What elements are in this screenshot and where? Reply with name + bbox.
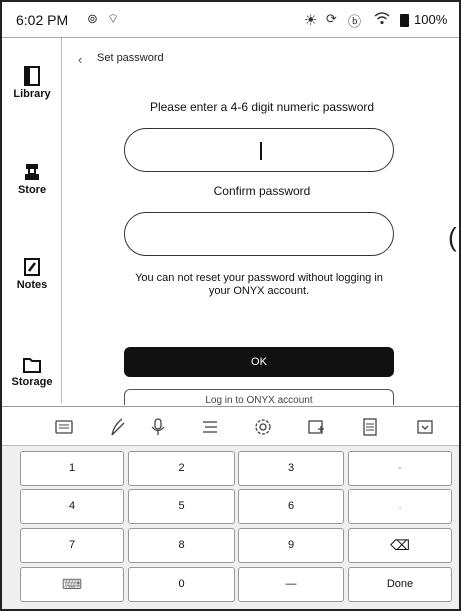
sidebar-item-label: Store bbox=[17, 184, 47, 196]
sidebar-item-library[interactable]: Library bbox=[2, 66, 62, 100]
key-7[interactable]: 7 bbox=[20, 528, 124, 563]
key-0[interactable]: 0 bbox=[128, 567, 235, 602]
done-key[interactable]: Done bbox=[348, 567, 452, 602]
brightness-icon: ☀ bbox=[304, 12, 318, 29]
key-3[interactable]: 3 bbox=[238, 451, 344, 486]
sync-icon: ⟳ bbox=[326, 11, 337, 26]
sidebar-item-label: Notes bbox=[16, 279, 48, 291]
clipboard-icon[interactable] bbox=[200, 417, 220, 437]
sidebar: Library Store Notes Storage bbox=[2, 38, 62, 403]
key-minus[interactable]: - bbox=[348, 451, 452, 486]
handwriting-icon[interactable] bbox=[108, 417, 128, 437]
back-icon[interactable]: ‹ bbox=[78, 52, 82, 67]
document-icon[interactable] bbox=[360, 417, 380, 437]
wifi-icon bbox=[374, 11, 390, 28]
password-input[interactable] bbox=[124, 128, 394, 172]
key-8[interactable]: 8 bbox=[128, 528, 235, 563]
sidebar-item-label: Storage bbox=[11, 376, 53, 388]
bluetooth-icon: ⓑ bbox=[348, 14, 362, 29]
battery-level: 100% bbox=[414, 12, 448, 27]
backspace-key[interactable]: ⌫ bbox=[348, 528, 452, 563]
status-time: 6:02 PM bbox=[16, 12, 69, 28]
key-9[interactable]: 9 bbox=[238, 528, 344, 563]
ok-button[interactable]: OK bbox=[124, 347, 394, 377]
store-icon bbox=[25, 164, 39, 180]
keyboard-switch-key[interactable]: ⌨ bbox=[20, 567, 124, 602]
space-key[interactable]: — bbox=[238, 567, 344, 602]
confirm-password-label: Confirm password bbox=[213, 184, 311, 198]
settings-icon[interactable] bbox=[253, 417, 273, 437]
sidebar-item-notes[interactable]: Notes bbox=[2, 257, 62, 291]
wifi-small-icon: ⌔ bbox=[107, 11, 120, 26]
status-bar: 6:02 PM ⊚ ⌔ ☀ ⟳ ⓑ 100% bbox=[2, 2, 459, 38]
sidebar-item-storage[interactable]: Storage bbox=[2, 356, 62, 388]
microphone-icon[interactable] bbox=[148, 417, 168, 437]
login-onyx-button[interactable]: Log in to ONYX account bbox=[124, 389, 394, 405]
storage-icon bbox=[23, 358, 41, 373]
key-5[interactable]: 5 bbox=[128, 489, 235, 524]
reset-warning: You can not reset your password without … bbox=[135, 272, 383, 297]
breadcrumb: Set password bbox=[97, 52, 164, 64]
key-1[interactable]: 1 bbox=[20, 451, 124, 486]
text-cursor bbox=[260, 142, 262, 160]
sidebar-item-store[interactable]: Store bbox=[2, 162, 62, 196]
page-edge-icon: ( bbox=[448, 222, 457, 252]
key-4[interactable]: 4 bbox=[20, 489, 124, 524]
keyboard-toolbar bbox=[2, 406, 459, 446]
keyboard-icon[interactable] bbox=[54, 417, 74, 437]
password-prompt: Please enter a 4-6 digit numeric passwor… bbox=[149, 100, 375, 114]
key-6[interactable]: 6 bbox=[238, 489, 344, 524]
key-period[interactable]: . bbox=[348, 489, 452, 524]
confirm-password-input[interactable] bbox=[124, 212, 394, 256]
notification-icon: ⊚ bbox=[87, 11, 98, 26]
add-icon[interactable] bbox=[307, 417, 327, 437]
sidebar-item-label: Library bbox=[13, 88, 51, 100]
battery-icon bbox=[400, 14, 409, 27]
notes-icon bbox=[24, 258, 40, 276]
hide-keyboard-icon[interactable] bbox=[415, 417, 435, 437]
library-icon bbox=[24, 66, 40, 86]
numeric-keypad: 1 2 3 - 4 5 6 . 7 8 9 ⌫ ⌨ 0 — Done bbox=[2, 446, 459, 609]
key-2[interactable]: 2 bbox=[128, 451, 235, 486]
